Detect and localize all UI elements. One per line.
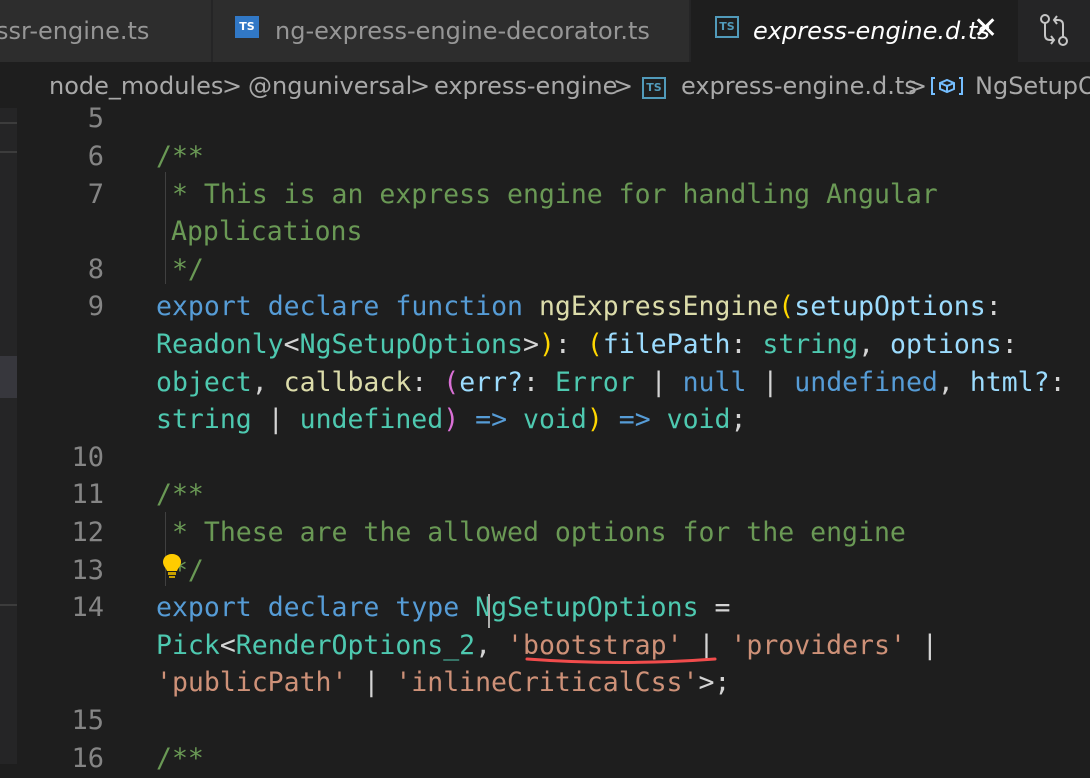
- code-line: object, callback: (err?: Error | null | …: [156, 367, 1066, 398]
- tab-ng-express-engine-decorator[interactable]: TS ng-express-engine-decorator.ts: [213, 0, 690, 62]
- tab-express-engine-d-ts[interactable]: TS express-engine.d.ts ✕: [691, 0, 1018, 62]
- breadcrumb-item-nguniversal[interactable]: @nguniversal: [248, 70, 412, 102]
- breadcrumb-separator: >: [410, 72, 431, 100]
- line-number: 10: [71, 442, 104, 473]
- code-line: Applications: [171, 216, 363, 247]
- line-number: 11: [71, 479, 104, 510]
- code-line: */: [156, 254, 204, 285]
- code-line: Readonly<NgSetupOptions>): (filePath: st…: [156, 329, 1018, 360]
- code-line: string | undefined) => void) => void;: [156, 404, 747, 435]
- line-number: 12: [71, 517, 104, 548]
- line-number: 16: [71, 743, 104, 774]
- strip-highlight: [0, 356, 17, 398]
- code-line: 'publicPath' | 'inlineCriticalCss'>;: [156, 667, 731, 698]
- code-line: /**: [156, 141, 204, 172]
- close-icon[interactable]: ✕: [973, 12, 998, 46]
- line-number: 8: [87, 254, 104, 285]
- strip-divider: [0, 122, 17, 124]
- code-line: export declare type NgSetupOptions =: [156, 592, 731, 623]
- tab-label: ssr-engine.ts: [0, 17, 150, 45]
- tab-label: express-engine.d.ts: [753, 17, 990, 45]
- code-line: * This is an express engine for handling…: [156, 179, 938, 210]
- code-line: /**: [156, 479, 204, 510]
- editor-tab-bar: ssr-engine.ts TS ng-express-engine-decor…: [0, 0, 1090, 62]
- code-line: * These are the allowed options for the …: [156, 517, 906, 548]
- typescript-file-icon: TS: [715, 16, 739, 38]
- line-number: 14: [71, 592, 104, 623]
- activity-strip: [0, 108, 17, 764]
- error-squiggle: [525, 657, 717, 664]
- line-number: 15: [71, 705, 104, 736]
- symbol-variable-icon: [931, 77, 963, 95]
- breadcrumb-item-file[interactable]: express-engine.d.ts: [681, 70, 917, 102]
- breadcrumb-item-express-engine[interactable]: express-engine: [434, 70, 617, 102]
- breadcrumb-item-node-modules[interactable]: node_modules: [49, 70, 223, 102]
- tab-ssr-engine[interactable]: ssr-engine.ts: [0, 0, 212, 62]
- code-line: /**: [156, 743, 204, 774]
- line-number: 5: [87, 103, 104, 134]
- compare-changes-button[interactable]: [1018, 0, 1090, 62]
- breadcrumb: node_modules > @nguniversal > express-en…: [0, 62, 1090, 108]
- breadcrumb-separator: >: [222, 72, 243, 100]
- git-compare-icon: [1040, 14, 1068, 46]
- line-number: 9: [87, 291, 104, 322]
- lightbulb-icon[interactable]: [160, 552, 184, 582]
- breadcrumb-separator: >: [613, 72, 634, 100]
- breadcrumb-item-symbol[interactable]: NgSetupOptions: [975, 70, 1090, 102]
- typescript-file-icon: TS: [235, 16, 259, 38]
- line-number: 6: [87, 141, 104, 172]
- line-number: 13: [71, 555, 104, 586]
- strip-divider: [0, 604, 17, 606]
- tab-label: ng-express-engine-decorator.ts: [275, 17, 650, 45]
- strip-divider: [0, 151, 17, 153]
- typescript-file-icon: TS: [642, 77, 666, 99]
- text-cursor: [488, 594, 490, 628]
- code-line: export declare function ngExpressEngine(…: [156, 291, 1002, 322]
- line-number: 7: [87, 179, 104, 210]
- breadcrumb-separator: >: [907, 72, 928, 100]
